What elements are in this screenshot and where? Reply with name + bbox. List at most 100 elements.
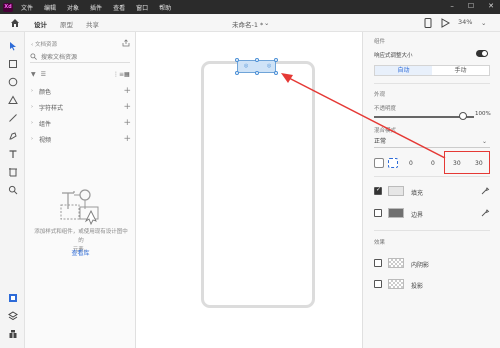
drop-shadow-swatch[interactable] bbox=[388, 279, 404, 289]
resize-mode-auto[interactable]: 自动 bbox=[375, 66, 432, 75]
resize-handle[interactable] bbox=[235, 71, 239, 75]
chevron-right-icon: › bbox=[31, 120, 33, 126]
chevron-left-icon[interactable]: ‹ bbox=[31, 42, 33, 48]
menu-view[interactable]: 查看 bbox=[113, 3, 125, 12]
resize-handle[interactable] bbox=[274, 58, 278, 62]
chevron-right-icon: › bbox=[31, 88, 33, 94]
device-preview-icon[interactable] bbox=[424, 18, 432, 28]
layers-panel-icon[interactable] bbox=[7, 310, 18, 321]
section-character-styles[interactable]: › 字符样式 + bbox=[31, 102, 131, 112]
resize-mode-segment: 自动 手动 bbox=[374, 65, 490, 76]
minimize-icon[interactable]: – bbox=[450, 2, 454, 10]
inner-shadow-checkbox[interactable] bbox=[374, 259, 382, 267]
fill-swatch[interactable] bbox=[388, 186, 404, 196]
menu-file[interactable]: 文件 bbox=[21, 3, 33, 12]
document-title[interactable]: 未命名-1 * bbox=[232, 19, 263, 29]
opacity-slider-knob[interactable] bbox=[459, 112, 467, 120]
zoom-tool-icon[interactable] bbox=[7, 184, 18, 195]
per-corner-radius-icon[interactable] bbox=[388, 158, 398, 168]
play-icon[interactable] bbox=[441, 18, 450, 28]
search-input[interactable]: 搜索文档资源 bbox=[41, 52, 77, 61]
tab-design[interactable]: 设计 bbox=[34, 19, 47, 33]
pen-tool-icon[interactable] bbox=[7, 130, 18, 141]
rectangle-tool-icon[interactable] bbox=[7, 58, 18, 69]
app-logo: Xd bbox=[3, 2, 13, 12]
blend-mode-value: 正常 bbox=[374, 138, 387, 145]
border-checkbox[interactable] bbox=[374, 209, 382, 217]
effects-label: 效果 bbox=[374, 240, 386, 246]
eyedropper-icon[interactable] bbox=[481, 186, 490, 195]
resize-handle[interactable] bbox=[235, 58, 239, 62]
section-label: 字符样式 bbox=[39, 104, 64, 112]
filter-icon[interactable]: ▼ bbox=[31, 71, 36, 78]
sort-icon[interactable]: ☰ bbox=[41, 71, 46, 78]
section-components[interactable]: › 组件 + bbox=[31, 118, 131, 128]
empty-assets-illustration bbox=[60, 189, 99, 225]
border-swatch[interactable] bbox=[388, 208, 404, 218]
assets-header[interactable]: ‹ 文档资源 bbox=[31, 40, 57, 48]
section-label: 组件 bbox=[39, 120, 52, 128]
menu-edit[interactable]: 编辑 bbox=[44, 3, 56, 12]
grid-view-icon[interactable]: ▦ bbox=[124, 71, 130, 78]
fill-checkbox[interactable] bbox=[374, 186, 382, 195]
appearance-label: 外观 bbox=[374, 92, 386, 98]
assets-search[interactable]: 搜索文档资源 bbox=[30, 51, 130, 63]
opacity-value[interactable]: 100% bbox=[475, 111, 491, 117]
tab-share[interactable]: 共享 bbox=[86, 19, 99, 29]
ellipse-tool-icon[interactable] bbox=[7, 76, 18, 87]
text-tool-icon[interactable] bbox=[7, 148, 18, 159]
opacity-label: 不透明度 bbox=[374, 106, 397, 112]
close-icon[interactable]: ✕ bbox=[488, 2, 494, 10]
zoom-level[interactable]: 34% bbox=[458, 18, 472, 26]
add-icon[interactable]: + bbox=[123, 86, 131, 96]
inner-shadow-row: 内阴影 bbox=[374, 258, 490, 269]
border-label: 边界 bbox=[411, 212, 424, 219]
uniform-radius-icon[interactable] bbox=[374, 158, 384, 168]
artboard-tool-icon[interactable] bbox=[7, 166, 18, 177]
border-row: 边界 bbox=[374, 208, 490, 219]
export-icon[interactable] bbox=[122, 39, 130, 47]
menu-help[interactable]: 帮助 bbox=[159, 3, 171, 12]
home-icon[interactable] bbox=[10, 18, 20, 28]
drop-shadow-checkbox[interactable] bbox=[374, 280, 382, 288]
menu-window[interactable]: 窗口 bbox=[136, 3, 148, 12]
blend-mode-select[interactable]: 正常 ⌄ bbox=[374, 136, 490, 148]
assets-filter-row: ▼ ☰ ⋮≡ ▦ bbox=[31, 69, 131, 79]
artboard[interactable] bbox=[201, 61, 315, 308]
resize-handle[interactable] bbox=[274, 71, 278, 75]
radius-top-right[interactable]: 0 bbox=[431, 160, 435, 167]
section-label: 视频 bbox=[39, 136, 52, 144]
plugins-panel-icon[interactable] bbox=[7, 328, 18, 339]
radius-handle-icon[interactable]: ◎ bbox=[267, 63, 271, 69]
chevron-right-icon: › bbox=[31, 104, 33, 110]
menu-object[interactable]: 对象 bbox=[67, 3, 79, 12]
resize-handle[interactable] bbox=[255, 58, 259, 62]
drop-shadow-row: 投影 bbox=[374, 279, 490, 290]
line-tool-icon[interactable] bbox=[7, 112, 18, 123]
view-library-link[interactable]: 查看库 bbox=[25, 248, 136, 257]
section-colors[interactable]: › 颜色 + bbox=[31, 86, 131, 96]
add-icon[interactable]: + bbox=[123, 134, 131, 144]
add-icon[interactable]: + bbox=[123, 118, 131, 128]
select-tool-icon[interactable] bbox=[7, 40, 18, 51]
search-icon bbox=[30, 53, 37, 60]
maximize-icon[interactable]: ☐ bbox=[468, 2, 474, 10]
tab-prototype[interactable]: 原型 bbox=[60, 19, 73, 29]
radius-handle-icon[interactable]: ◎ bbox=[244, 63, 248, 69]
fill-label: 填充 bbox=[411, 190, 424, 197]
inner-shadow-swatch[interactable] bbox=[388, 258, 404, 268]
section-video[interactable]: › 视频 + bbox=[31, 134, 131, 144]
zoom-chevron-icon[interactable]: ⌄ bbox=[481, 19, 486, 27]
assets-panel-icon[interactable] bbox=[7, 292, 18, 303]
chevron-down-icon[interactable]: ⌄ bbox=[264, 19, 269, 27]
resize-handle[interactable] bbox=[255, 71, 259, 75]
eyedropper-icon[interactable] bbox=[481, 208, 490, 217]
radius-top-left[interactable]: 0 bbox=[409, 160, 413, 167]
resize-mode-manual[interactable]: 手动 bbox=[432, 66, 489, 75]
polygon-tool-icon[interactable] bbox=[7, 94, 18, 105]
add-icon[interactable]: + bbox=[123, 102, 131, 112]
divider bbox=[374, 176, 490, 177]
list-view-icon[interactable]: ⋮≡ bbox=[113, 71, 124, 78]
responsive-resize-toggle[interactable] bbox=[476, 50, 488, 57]
menu-plugins[interactable]: 插件 bbox=[90, 3, 102, 12]
